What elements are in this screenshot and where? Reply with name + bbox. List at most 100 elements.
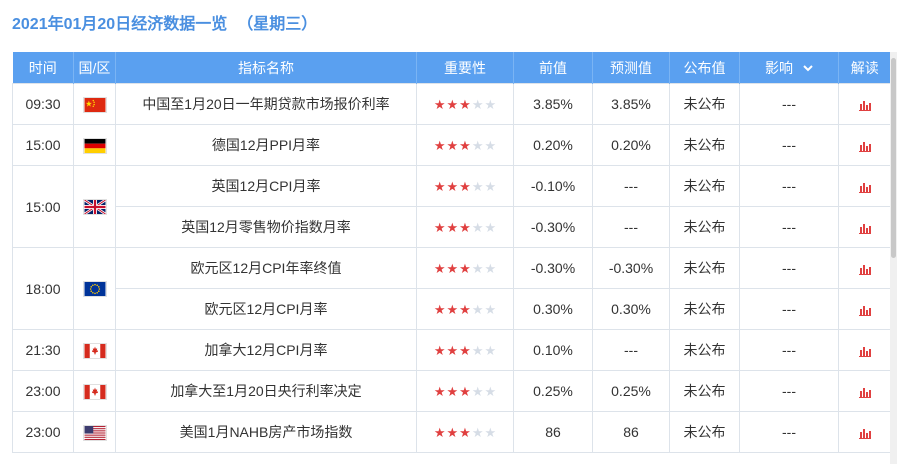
col-effect-label: 影响 xyxy=(765,59,794,76)
scrollbar[interactable] xyxy=(890,52,897,464)
row-actual: 未公布 xyxy=(669,288,740,330)
row-previous: -0.10% xyxy=(513,165,593,207)
col-time: 时间 xyxy=(12,52,74,84)
importance-stars: ★ ★ ★ ★ ★ xyxy=(434,221,496,234)
star-icon: ★ xyxy=(459,302,471,317)
bar-chart-icon[interactable] xyxy=(858,387,871,398)
bar-chart-icon[interactable] xyxy=(858,100,871,111)
star-icon: ★ xyxy=(446,343,459,358)
row-country xyxy=(73,329,116,371)
row-indicator-link[interactable]: 欧元区12月CPI月率 xyxy=(115,288,417,330)
row-analysis[interactable] xyxy=(838,411,891,453)
col-importance: 重要性 xyxy=(416,52,514,84)
col-forecast: 预测值 xyxy=(592,52,670,84)
row-indicator-link[interactable]: 德国12月PPI月率 xyxy=(115,124,417,166)
row-time: 15:00 xyxy=(12,124,74,166)
star-icon: ★ xyxy=(446,179,459,194)
star-icon: ★ xyxy=(446,302,459,317)
row-effect: --- xyxy=(739,288,839,330)
row-previous: 3.85% xyxy=(513,83,593,125)
star-icon: ★ xyxy=(446,384,459,399)
bar-chart-icon[interactable] xyxy=(858,428,871,439)
page-title-date: 2021年01月20日经济数据一览 xyxy=(12,16,228,33)
importance-stars: ★ ★ ★ ★ ★ xyxy=(434,303,496,316)
star-icon: ★ xyxy=(433,343,446,358)
star-icon: ★ xyxy=(433,138,446,153)
row-analysis[interactable] xyxy=(838,329,891,371)
row-country xyxy=(73,165,116,248)
table-header: 时间 国/区 指标名称 重要性 前值 预测值 公布值 影响 解读 xyxy=(12,52,891,84)
bar-chart-icon[interactable] xyxy=(858,223,871,234)
scrollbar-thumb[interactable] xyxy=(891,58,896,258)
star-icon: ★ xyxy=(446,97,459,112)
star-icon: ★ xyxy=(484,179,497,194)
row-importance: ★ ★ ★ ★ ★ xyxy=(416,411,514,453)
star-icon: ★ xyxy=(459,343,471,358)
star-icon: ★ xyxy=(433,384,446,399)
table-row: 21:30 加拿大12月CPI月率 ★ ★ ★ ★ ★ 0.10% --- 未公布 --- xyxy=(12,329,891,371)
row-actual: 未公布 xyxy=(669,206,740,248)
star-icon: ★ xyxy=(433,261,446,276)
star-icon: ★ xyxy=(446,138,459,153)
star-icon: ★ xyxy=(446,220,459,235)
row-indicator-link[interactable]: 英国12月CPI月率 xyxy=(115,165,417,207)
row-effect: --- xyxy=(739,124,839,166)
star-icon: ★ xyxy=(484,343,497,358)
row-analysis[interactable] xyxy=(838,370,891,412)
star-icon: ★ xyxy=(446,425,459,440)
star-icon: ★ xyxy=(459,138,471,153)
row-effect: --- xyxy=(739,247,839,289)
row-indicator-link[interactable]: 加拿大12月CPI月率 xyxy=(115,329,417,371)
row-actual: 未公布 xyxy=(669,329,740,371)
row-analysis[interactable] xyxy=(838,165,891,207)
bar-chart-icon[interactable] xyxy=(858,141,871,152)
row-effect: --- xyxy=(739,329,839,371)
col-effect-dropdown[interactable]: 影响 xyxy=(739,52,839,84)
row-analysis[interactable] xyxy=(838,83,891,125)
star-icon: ★ xyxy=(459,97,471,112)
row-indicator-link[interactable]: 欧元区12月CPI年率终值 xyxy=(115,247,417,289)
canada-flag-icon xyxy=(82,383,107,400)
row-importance: ★ ★ ★ ★ ★ xyxy=(416,329,514,371)
importance-stars: ★ ★ ★ ★ ★ xyxy=(434,385,496,398)
bar-chart-icon[interactable] xyxy=(858,182,871,193)
star-icon: ★ xyxy=(433,179,446,194)
star-icon: ★ xyxy=(433,302,446,317)
row-effect: --- xyxy=(739,370,839,412)
bar-chart-icon[interactable] xyxy=(858,264,871,275)
economic-calendar-table: 时间 国/区 指标名称 重要性 前值 预测值 公布值 影响 解读 09:30 中国… xyxy=(12,52,891,453)
importance-stars: ★ ★ ★ ★ ★ xyxy=(434,139,496,152)
row-analysis[interactable] xyxy=(838,288,891,330)
row-analysis[interactable] xyxy=(838,247,891,289)
row-importance: ★ ★ ★ ★ ★ xyxy=(416,124,514,166)
row-analysis[interactable] xyxy=(838,206,891,248)
star-icon: ★ xyxy=(471,425,484,440)
row-previous: 0.10% xyxy=(513,329,593,371)
row-previous: 0.25% xyxy=(513,370,593,412)
row-country xyxy=(73,370,116,412)
row-previous: 86 xyxy=(513,411,593,453)
row-indicator-link[interactable]: 中国至1月20日一年期贷款市场报价利率 xyxy=(115,83,417,125)
star-icon: ★ xyxy=(484,425,497,440)
row-analysis[interactable] xyxy=(838,124,891,166)
star-icon: ★ xyxy=(484,384,497,399)
row-indicator-link[interactable]: 英国12月零售物价指数月率 xyxy=(115,206,417,248)
importance-stars: ★ ★ ★ ★ ★ xyxy=(434,98,496,111)
bar-chart-icon[interactable] xyxy=(858,305,871,316)
row-actual: 未公布 xyxy=(669,247,740,289)
row-importance: ★ ★ ★ ★ ★ xyxy=(416,370,514,412)
row-importance: ★ ★ ★ ★ ★ xyxy=(416,83,514,125)
star-icon: ★ xyxy=(433,97,446,112)
table-row: 23:00 加拿大至1月20日央行利率决定 ★ ★ ★ ★ ★ 0.25% 0.25% 未公布 --… xyxy=(12,370,891,412)
row-indicator-link[interactable]: 加拿大至1月20日央行利率决定 xyxy=(115,370,417,412)
row-forecast: --- xyxy=(592,165,670,207)
row-effect: --- xyxy=(739,83,839,125)
star-icon: ★ xyxy=(484,302,497,317)
row-country xyxy=(73,83,116,125)
row-country xyxy=(73,247,116,330)
row-previous: 0.30% xyxy=(513,288,593,330)
importance-stars: ★ ★ ★ ★ ★ xyxy=(434,426,496,439)
bar-chart-icon[interactable] xyxy=(858,346,871,357)
germany-flag-icon xyxy=(82,137,107,154)
row-indicator-link[interactable]: 美国1月NAHB房产市场指数 xyxy=(115,411,417,453)
